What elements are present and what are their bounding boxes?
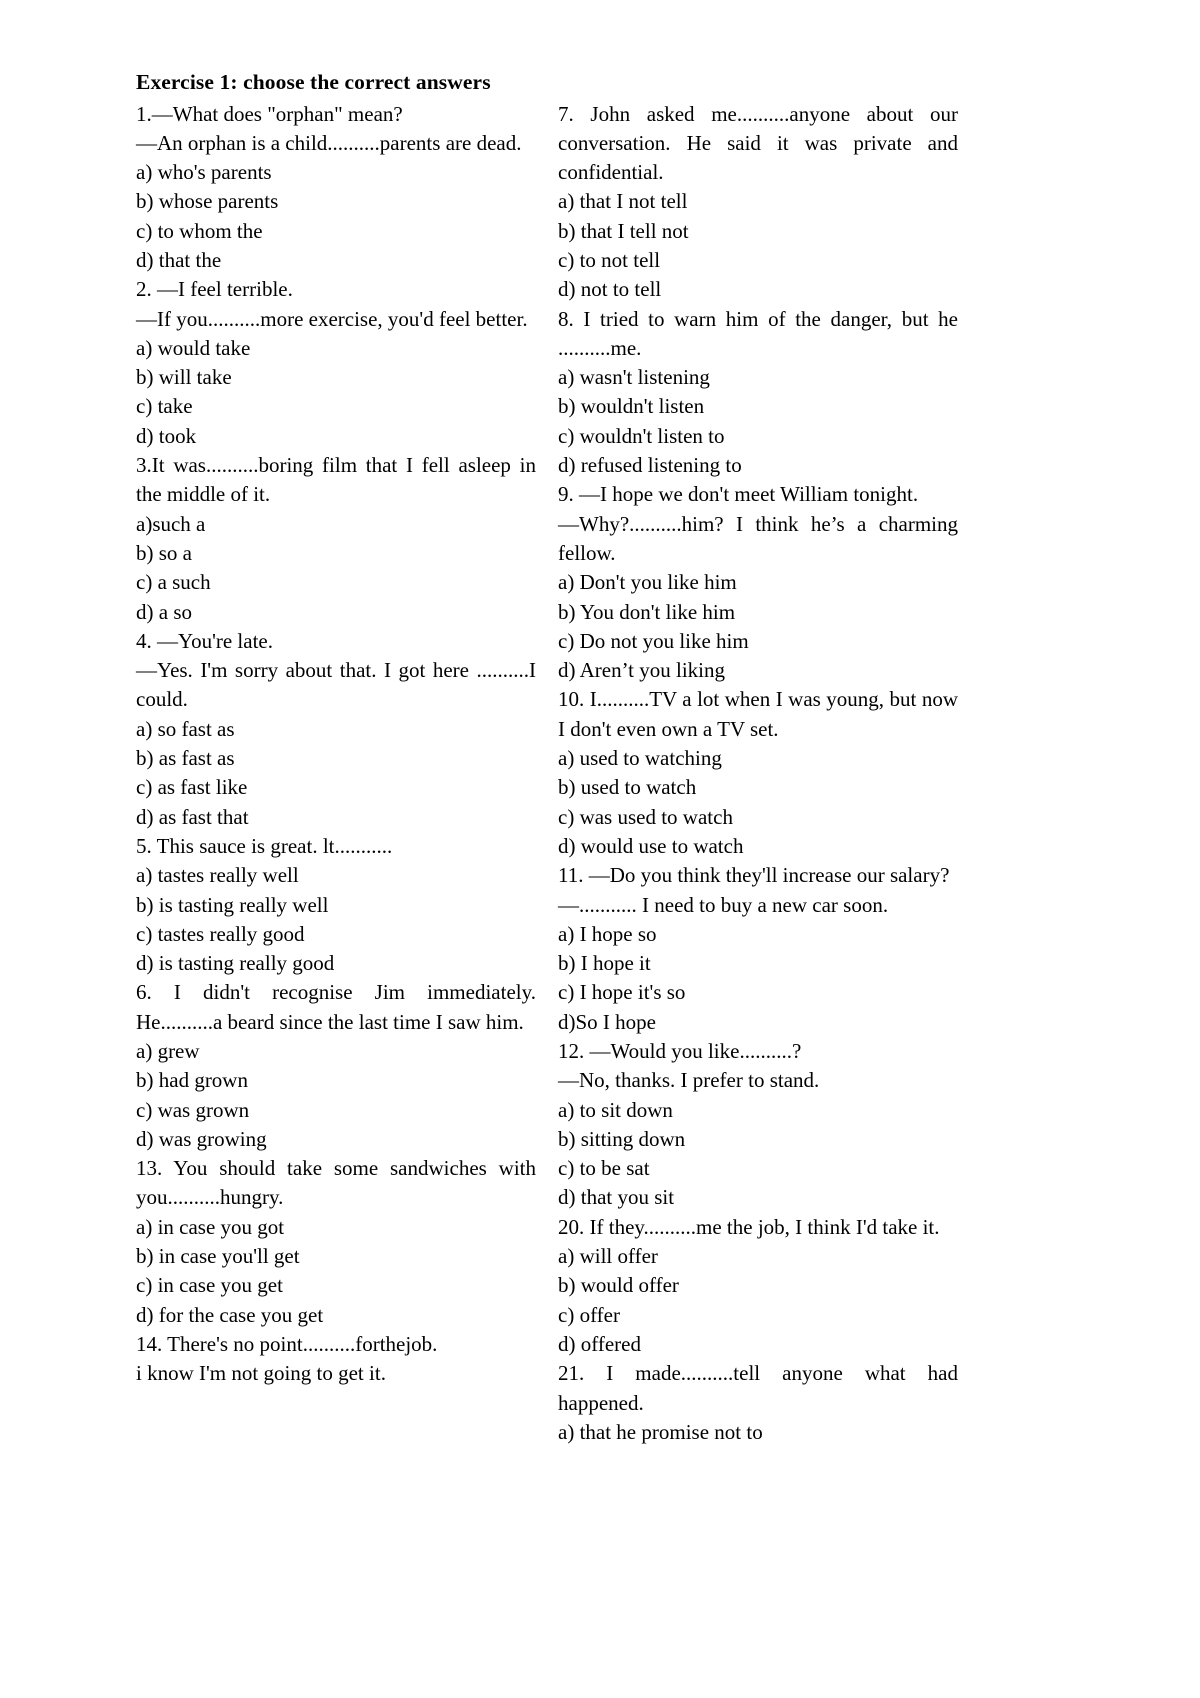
answer-option: b) wouldn't listen [558, 394, 705, 419]
answer-option: c) to not tell [558, 247, 661, 272]
question-line: 6. I didn't recognise Jim immediately. H… [136, 980, 536, 1034]
answer-option: d) a so [136, 599, 192, 624]
answer-option: d) was growing [136, 1126, 267, 1151]
answer-option: d) that the [136, 247, 222, 272]
question-line: 10. I..........TV a lot when I was young… [558, 687, 958, 741]
answer-option: b) so a [136, 540, 192, 565]
answer-option: d) that you sit [558, 1185, 675, 1210]
answer-option: c) I hope it's so [558, 980, 686, 1005]
answer-option: b) whose parents [136, 189, 279, 214]
question-line: 20. If they..........me the job, I think… [558, 1214, 940, 1239]
answer-option: c) tastes really good [136, 921, 305, 946]
answer-option: d) Aren’t you liking [558, 658, 726, 683]
page-title: Exercise 1: choose the correct answers [136, 70, 491, 94]
answer-option: b) in case you'll get [136, 1244, 300, 1269]
answer-option: c) take [136, 394, 193, 419]
answer-option: a) to sit down [558, 1097, 673, 1122]
question-line: 3.It was..........boring film that I fel… [136, 453, 536, 507]
answer-option: d) took [136, 423, 197, 448]
answer-option: b) is tasting really well [136, 892, 329, 917]
answer-option: b) sitting down [558, 1126, 686, 1151]
answer-option: a) used to watching [558, 746, 722, 771]
answer-option: c) offer [558, 1302, 620, 1327]
answer-option: b) had grown [136, 1068, 248, 1093]
answer-option: a) wasn't listening [558, 365, 710, 390]
answer-option: c) a such [136, 570, 211, 595]
question-line: —If you..........more exercise, you'd fe… [136, 306, 528, 331]
question-line: 14. There's no point..........forthejob. [136, 1331, 438, 1356]
answer-option: a) that he promise not to [558, 1419, 763, 1444]
question-line: 1.—What does "orphan" mean? [136, 101, 403, 126]
question-line: 13. You should take some sandwiches with… [136, 1156, 536, 1210]
question-line: —Yes. I'm sorry about that. I got here .… [136, 658, 536, 712]
question-line: —An orphan is a child..........parents a… [136, 130, 522, 155]
answer-option: c) in case you get [136, 1273, 283, 1298]
answer-option: c) to be sat [558, 1156, 650, 1181]
question-line: i know I'm not going to get it. [136, 1361, 386, 1386]
two-column-layout: 1.—What does "orphan" mean? —An orphan is… [136, 100, 958, 1448]
question-line: 8. I tried to warn him of the danger, bu… [558, 306, 958, 360]
answer-option: b) would offer [558, 1273, 679, 1298]
answer-option: b) used to watch [558, 775, 697, 800]
answer-option: c) was grown [136, 1097, 250, 1122]
answer-option: d) is tasting really good [136, 951, 335, 976]
answer-option: c) as fast like [136, 775, 248, 800]
answer-option: d) would use to watch [558, 833, 744, 858]
answer-option: c) to whom the [136, 218, 263, 243]
answer-option: a) in case you got [136, 1214, 285, 1239]
answer-option: a) will offer [558, 1244, 658, 1269]
answer-option: d) not to tell [558, 277, 662, 302]
answer-option: b) I hope it [558, 951, 651, 976]
answer-option: d) as fast that [136, 804, 249, 829]
question-line: 7. John asked me..........anyone about o… [558, 101, 958, 185]
answer-option: d) offered [558, 1331, 641, 1356]
right-column: 7. John asked me..........anyone about o… [558, 100, 958, 1448]
answer-option: c) was used to watch [558, 804, 733, 829]
question-line: 21. I made..........tell anyone what had… [558, 1361, 958, 1415]
answer-option: a) who's parents [136, 160, 272, 185]
question-line: 9. —I hope we don't meet William tonight… [558, 482, 919, 507]
answer-option: d) for the case you get [136, 1302, 324, 1327]
question-line: 12. —Would you like..........? [558, 1039, 802, 1063]
answer-option: a) I hope so [558, 921, 657, 946]
question-line: —No, thanks. I prefer to stand. [558, 1068, 820, 1093]
left-column: 1.—What does "orphan" mean? —An orphan is… [136, 100, 536, 1389]
answer-option: d)So I hope [558, 1009, 656, 1034]
answer-option: b) will take [136, 365, 232, 390]
answer-option: a) that I not tell [558, 189, 688, 214]
answer-option: a)such a [136, 511, 206, 536]
answer-option: c) wouldn't listen to [558, 423, 725, 448]
answer-option: a) would take [136, 335, 251, 360]
answer-option: a) so fast as [136, 716, 235, 741]
document-page: Exercise 1: choose the correct answers 1… [0, 0, 1200, 1698]
answer-option: b) You don't like him [558, 599, 736, 624]
question-line: —........... I need to buy a new car soo… [558, 892, 889, 917]
question-line: 4. —You're late. [136, 628, 273, 653]
answer-option: a) grew [136, 1039, 200, 1063]
answer-option: a) tastes really well [136, 863, 299, 888]
answer-option: b) that I tell not [558, 218, 689, 243]
answer-option: b) as fast as [136, 746, 235, 771]
page-body: Exercise 1: choose the correct answers 1… [136, 68, 958, 1447]
question-line: 5. This sauce is great. lt........... [136, 833, 393, 858]
question-line: 2. —I feel terrible. [136, 277, 293, 302]
answer-option: d) refused listening to [558, 453, 742, 478]
answer-option: c) Do not you like him [558, 628, 749, 653]
question-line: —Why?..........him? I think he’s a charm… [558, 511, 958, 565]
question-line: 11. —Do you think they'll increase our s… [558, 863, 950, 888]
answer-option: a) Don't you like him [558, 570, 737, 595]
